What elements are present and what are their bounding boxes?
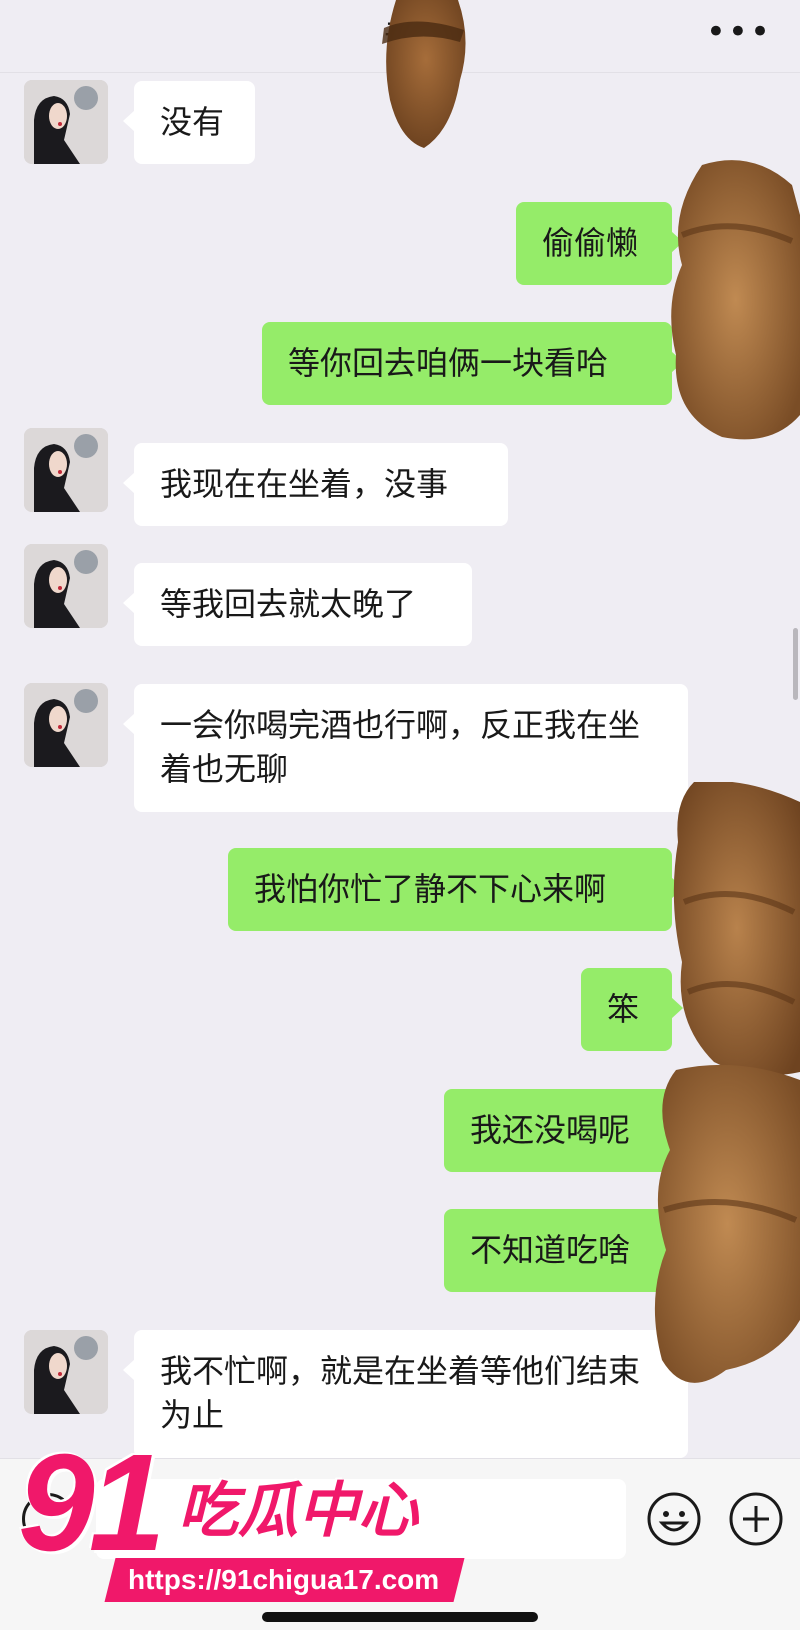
contact-avatar[interactable] bbox=[24, 683, 108, 767]
more-options-button[interactable]: ••• bbox=[706, 12, 772, 52]
message-bubble-sent[interactable]: 等你回去咱俩一块看哈 bbox=[262, 322, 683, 405]
portrait-icon bbox=[24, 544, 108, 628]
portrait-icon bbox=[24, 80, 108, 164]
message-bubble-sent[interactable]: 我还没喝呢 bbox=[444, 1089, 683, 1172]
contact-avatar[interactable] bbox=[24, 80, 108, 164]
portrait-icon bbox=[24, 683, 108, 767]
message-bubble-sent[interactable]: 我怕你忙了静不下心来啊 bbox=[228, 848, 683, 931]
chat-title: 于 bbox=[383, 17, 416, 55]
contact-avatar[interactable] bbox=[24, 428, 108, 512]
contact-avatar[interactable] bbox=[24, 544, 108, 628]
emoji-icon[interactable] bbox=[646, 1491, 702, 1547]
watermark-url-text: https://91chigua17.com bbox=[128, 1564, 440, 1595]
watermark-name: 吃瓜中心 bbox=[178, 1476, 418, 1546]
message-bubble-sent[interactable]: 不知道吃啥 bbox=[444, 1209, 683, 1292]
watermark-url: https://91chigua17.com bbox=[104, 1558, 465, 1602]
message-bubble-received[interactable]: 我现在在坐着，没事 bbox=[123, 443, 508, 526]
portrait-icon bbox=[24, 428, 108, 512]
plus-icon[interactable] bbox=[728, 1491, 784, 1547]
message-bubble-received[interactable]: 等我回去就太晚了 bbox=[123, 563, 472, 646]
message-bubble-sent[interactable]: 偷偷懒 bbox=[516, 202, 683, 285]
message-bubble-received[interactable]: 没有 bbox=[123, 81, 255, 164]
message-bubble-received[interactable]: 一会你喝完酒也行啊，反正我在坐着也无聊 bbox=[123, 684, 688, 812]
portrait-icon bbox=[24, 1330, 108, 1414]
scroll-indicator[interactable] bbox=[793, 628, 798, 700]
watermark-number: 91 bbox=[18, 1426, 165, 1580]
message-bubble-sent[interactable]: 笨 bbox=[581, 968, 683, 1051]
contact-avatar[interactable] bbox=[24, 1330, 108, 1414]
watermark-logo: 91 吃瓜中心 https://91chigua17.com bbox=[18, 1428, 465, 1616]
chat-header: 于 ••• bbox=[0, 0, 800, 73]
redaction-blob bbox=[671, 160, 800, 440]
redaction-blob bbox=[673, 782, 800, 1076]
